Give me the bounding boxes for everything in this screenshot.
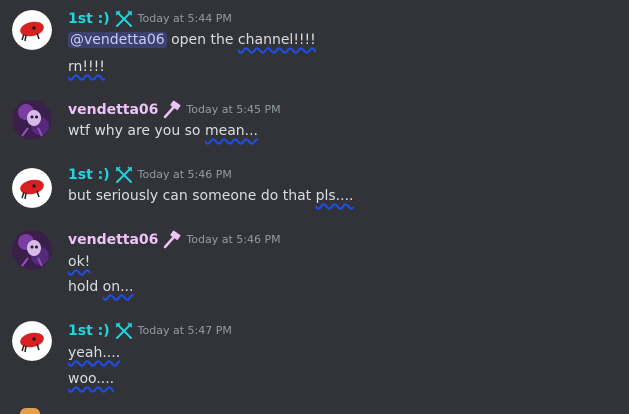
- misspelled-word: mean...: [204, 123, 259, 139]
- misspelled-word: on...: [102, 279, 134, 295]
- username[interactable]: vendetta06: [68, 100, 158, 120]
- username[interactable]: 1st :): [68, 165, 110, 185]
- message-line: rn!!!!: [68, 57, 105, 77]
- message-line: ok!: [68, 252, 90, 272]
- red-blob-avatar-icon: [12, 321, 52, 361]
- ghost-character-avatar-icon: [12, 230, 52, 270]
- message-text: but seriously can someone do that: [68, 188, 316, 204]
- username[interactable]: 1st :): [68, 9, 110, 29]
- timestamp[interactable]: Today at 5:46 PM: [138, 165, 232, 185]
- user-mention[interactable]: @vendetta06: [68, 32, 167, 48]
- message-header: 1st :) Today at 5:44 PM: [68, 9, 232, 29]
- misspelled-word: pls....: [315, 188, 354, 204]
- red-blob-avatar-icon: [12, 10, 52, 50]
- timestamp[interactable]: Today at 5:45 PM: [186, 100, 280, 120]
- red-blob-avatar-icon: [12, 168, 52, 208]
- misspelled-word: woo....: [68, 371, 115, 387]
- crossed-swords-icon: [114, 165, 134, 185]
- username[interactable]: vendetta06: [68, 230, 158, 250]
- hammer-icon: [162, 230, 182, 250]
- message-line: hold on...: [68, 277, 133, 297]
- message-header: vendetta06 Today at 5:46 PM: [68, 230, 281, 250]
- timestamp[interactable]: Today at 5:47 PM: [138, 321, 232, 341]
- message-header: 1st :) Today at 5:47 PM: [68, 321, 232, 341]
- misspelled-word: ok!: [68, 254, 91, 270]
- misspelled-word: rn!!!!: [68, 59, 105, 75]
- crossed-swords-icon: [114, 9, 134, 29]
- message-text: hold: [68, 279, 103, 295]
- timestamp[interactable]: Today at 5:46 PM: [186, 230, 280, 250]
- message-line: woo....: [68, 369, 114, 389]
- crossed-swords-icon: [114, 321, 134, 341]
- message-line: @vendetta06 open the channel!!!!: [68, 30, 316, 50]
- avatar[interactable]: [12, 321, 52, 361]
- timestamp[interactable]: Today at 5:44 PM: [138, 9, 232, 29]
- avatar[interactable]: [12, 10, 52, 50]
- message-text: open the: [166, 32, 238, 48]
- message-text: wtf why are you so: [68, 123, 205, 139]
- message-line: yeah....: [68, 343, 120, 363]
- avatar[interactable]: [12, 100, 52, 140]
- misspelled-word: yeah....: [68, 345, 121, 361]
- partial-avatar: [20, 408, 40, 414]
- ghost-character-avatar-icon: [12, 100, 52, 140]
- avatar[interactable]: [12, 168, 52, 208]
- message-line: wtf why are you so mean...: [68, 121, 258, 141]
- misspelled-word: channel!!!!: [237, 32, 316, 48]
- chat-messages[interactable]: 1st :) Today at 5:44 PM @vendetta06 open…: [0, 0, 629, 414]
- hammer-icon: [162, 100, 182, 120]
- message-line: but seriously can someone do that pls...…: [68, 186, 353, 206]
- message-header: vendetta06 Today at 5:45 PM: [68, 100, 281, 120]
- message-header: 1st :) Today at 5:46 PM: [68, 165, 232, 185]
- username[interactable]: 1st :): [68, 321, 110, 341]
- avatar[interactable]: [12, 230, 52, 270]
